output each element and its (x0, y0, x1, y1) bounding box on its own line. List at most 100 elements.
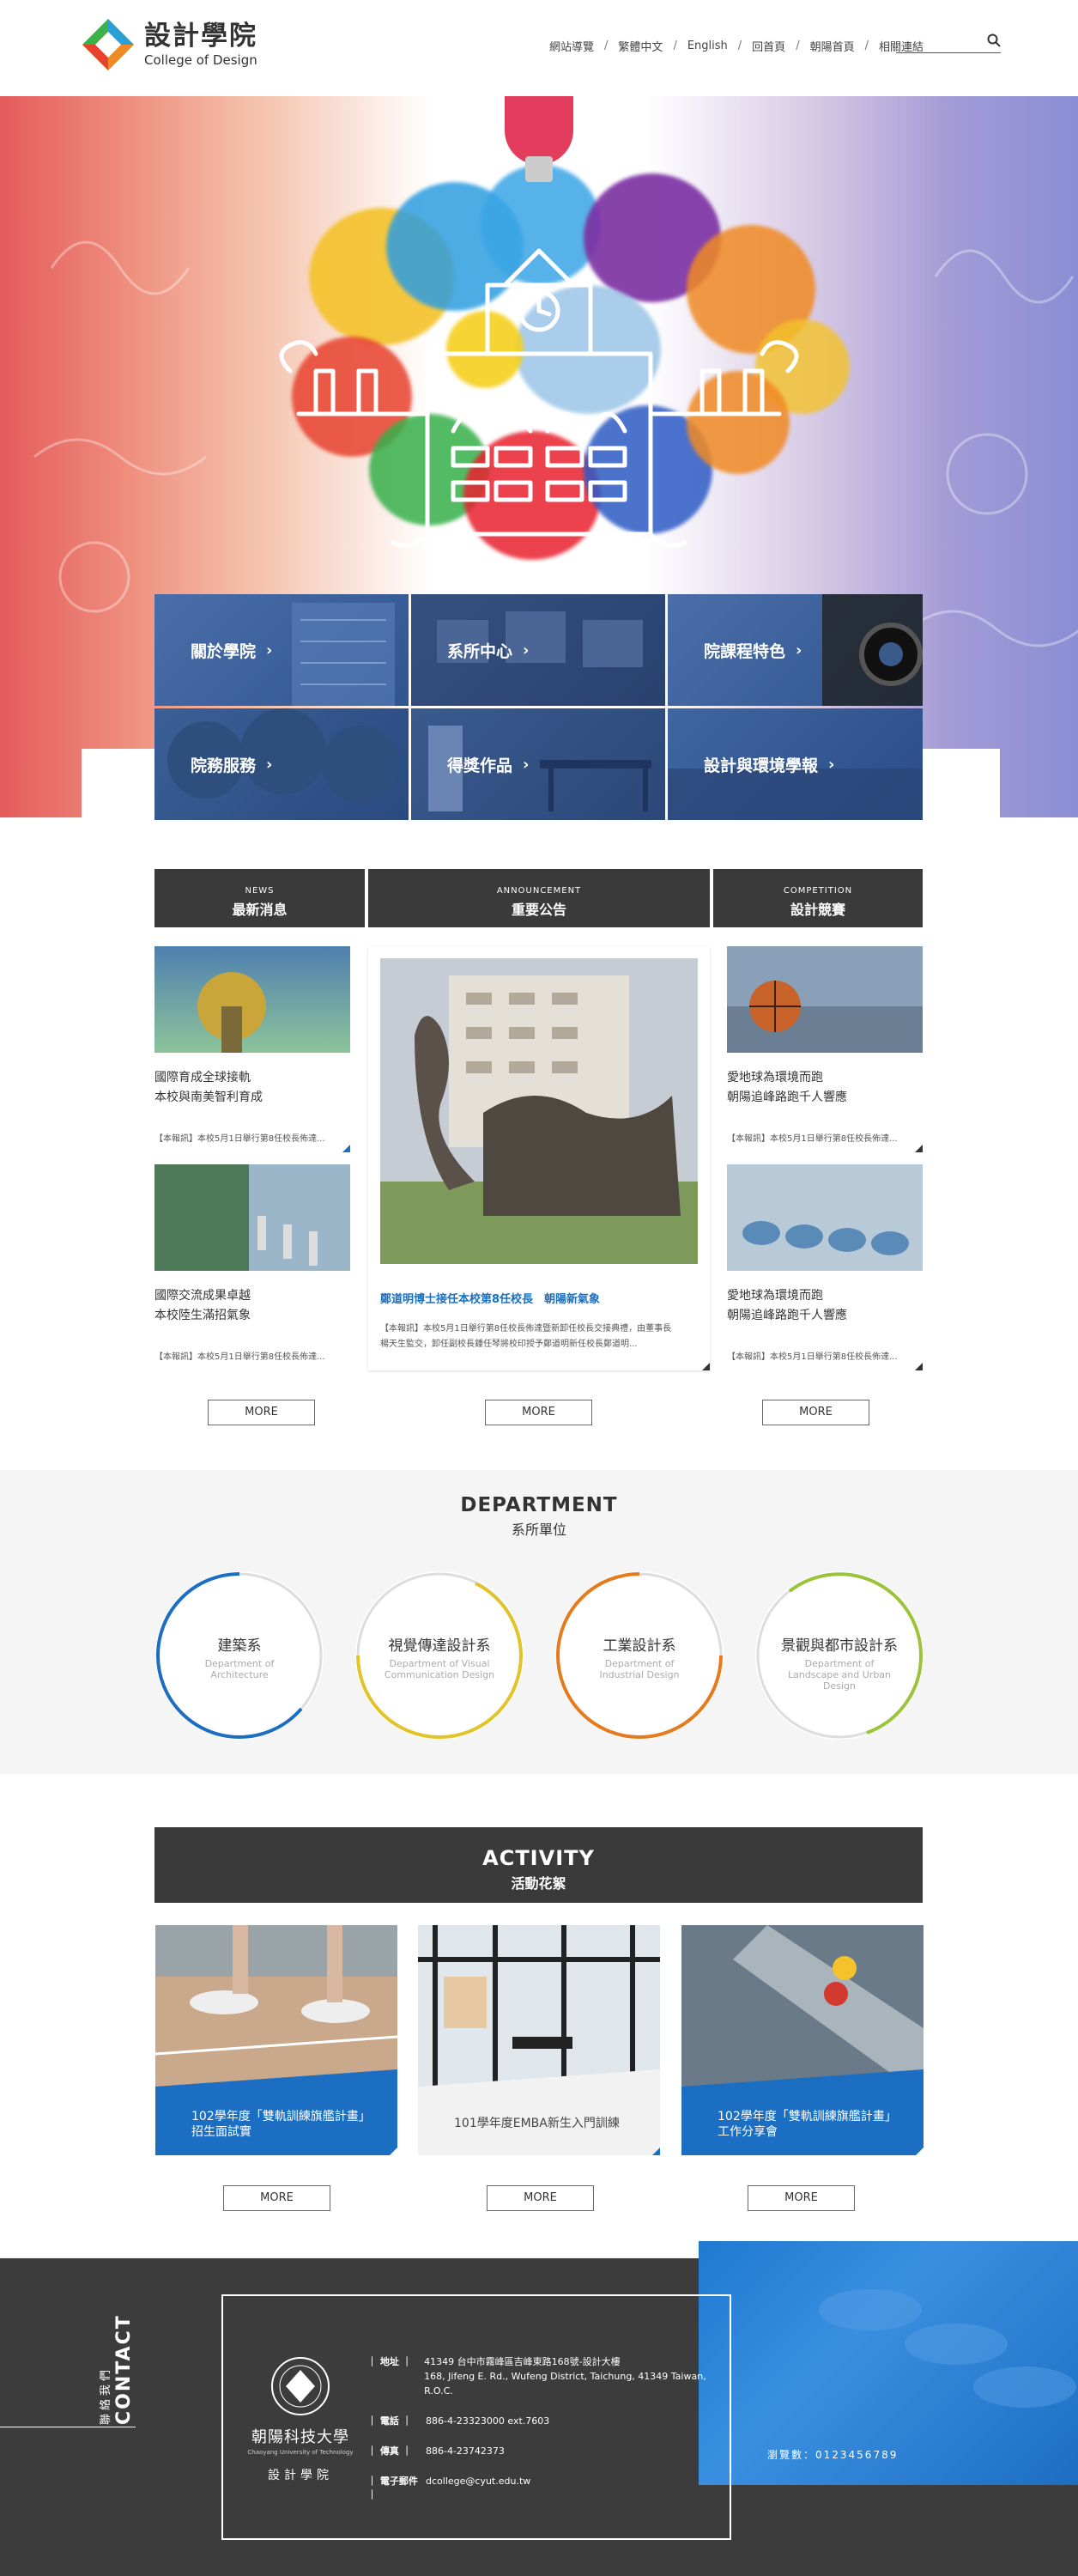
footer-photo: 瀏覽數：0123456789 (699, 2241, 1078, 2485)
competition-item[interactable]: 愛地球為環境而跑朝陽追峰路跑千人響應 【本報訊】本校5月1日舉行第8任校長佈達.… (727, 946, 923, 1152)
nav-sitemap[interactable]: 網站導覽 (549, 38, 594, 54)
news-item[interactable]: 國際交流成果卓越 本校陸生滿招氣象 【本報訊】本校5月1日舉行第8任校長佈達... (154, 1164, 350, 1370)
tile-course-features[interactable]: 院課程特色 › (668, 594, 923, 706)
news-title-line2: 本校陸生滿招氣象 (154, 1309, 251, 1322)
address-label: ｜ 地址 ｜ (367, 2356, 412, 2367)
activity-card[interactable]: 102學年度「雙軌訓練旗艦計畫」 招生面試實 (155, 1925, 397, 2155)
tile-awards[interactable]: 得獎作品 › (411, 708, 665, 820)
competition-column-header[interactable]: COMPETITION 設計競賽 (713, 869, 923, 927)
search-box (896, 31, 1001, 53)
competition-header-cn: 設計競賽 (790, 902, 845, 918)
tile-services[interactable]: 院務服務 › (154, 708, 409, 820)
quick-links-grid: 關於學院 › 系所中心 › 院課程特色 › 院務服務 › 得獎作品 › 設計與環境學報 › (154, 594, 923, 820)
top-nav: 網站導覽 / 繁體中文 / English / 回首頁 / 朝陽首頁 / 相關連結 (549, 38, 924, 54)
chevron-right-icon: › (266, 755, 273, 774)
search-input[interactable] (896, 31, 982, 52)
college-logo[interactable]: 設計學院 College of Design (81, 17, 257, 72)
address-value-cn: 41349 台中市霧峰區吉峰東路168號-設計大樓 (424, 2356, 621, 2367)
corner-arrow-icon (916, 2148, 924, 2155)
university-block: 朝陽科技大學 Chaoyang University of Technology… (240, 2356, 360, 2483)
ring-arc (756, 1572, 924, 1739)
news-title-line1: 國際育成全球接軌 (154, 1071, 251, 1084)
nav-separator: / (673, 39, 677, 52)
news-photo (154, 946, 350, 1053)
competition-title-line2: 朝陽追峰路跑千人響應 (727, 1309, 847, 1322)
corner-arrow-icon (915, 1363, 923, 1370)
tile-departments[interactable]: 系所中心 › (411, 594, 665, 706)
announcement-feature[interactable]: 鄭道明博士接任本校第8任校長 朝陽新氣象 【本報訊】本校5月1日舉行第8任校長佈… (368, 946, 710, 1370)
activity-more-button[interactable]: MORE (487, 2185, 594, 2211)
dept-industrial-design[interactable]: 工業設計系 Department of Industrial Design (555, 1571, 724, 1740)
contact-details: ｜ 地址 ｜ 41349 台中市霧峰區吉峰東路168號-設計大樓 168, Jif… (367, 2354, 730, 2517)
competition-item[interactable]: 愛地球為環境而跑朝陽追峰路跑千人響應 【本報訊】本校5月1日舉行第8任校長佈達.… (727, 1164, 923, 1370)
nav-cyut-home[interactable]: 朝陽首頁 (810, 38, 855, 54)
announcement-title[interactable]: 鄭道明博士接任本校第8任校長 朝陽新氣象 (380, 1290, 698, 1306)
news-excerpt: 【本報訊】本校5月1日舉行第8任校長佈達... (154, 1352, 325, 1362)
activity-caption-line1: 102學年度「雙軌訓練旗艦計畫」 (191, 2110, 371, 2123)
activity-title-cn: 活動花絮 (511, 1875, 566, 1892)
phone-label: ｜ 電話 ｜ (367, 2415, 412, 2427)
competition-excerpt: 【本報訊】本校5月1日舉行第8任校長佈達... (727, 1352, 898, 1362)
college-name: 設計學院 (268, 2469, 333, 2482)
news-item[interactable]: 國際育成全球接軌 本校與南美智利育成 【本報訊】本校5月1日舉行第8任校長佈達..… (154, 946, 350, 1152)
contact-label-cn: 聯絡我們 (100, 2366, 112, 2425)
fax-value: 886-4-23742373 (426, 2445, 505, 2457)
chevron-right-icon: › (523, 755, 530, 774)
activity-card[interactable]: 101學年度EMBA新生入門訓練 (418, 1925, 660, 2155)
tile-journal[interactable]: 設計與環境學報 › (668, 708, 923, 820)
email-label: ｜ 電子郵件 ｜ (367, 2476, 418, 2500)
logo-title-en: College of Design (144, 52, 257, 68)
site-header: 設計學院 College of Design 網站導覽 / 繁體中文 / Engli… (0, 0, 1078, 96)
dept-name-cn: 視覺傳達設計系 (388, 1637, 491, 1655)
nav-separator: / (796, 39, 800, 52)
announcement-excerpt-line2: 楊天生監交，卸任副校長鍾任琴將校印授予鄭道明新任校長鄭道明... (380, 1340, 638, 1349)
corner-arrow-icon (652, 2148, 660, 2155)
competition-excerpt: 【本報訊】本校5月1日舉行第8任校長佈達... (727, 1134, 898, 1144)
nav-english[interactable]: English (687, 39, 728, 52)
dept-name-cn: 建築系 (217, 1637, 262, 1655)
activity-more-button[interactable]: MORE (748, 2185, 855, 2211)
phone-row: ｜ 電話 ｜ 886-4-23323000 ext.7603 (367, 2414, 730, 2428)
news-column-header[interactable]: NEWS 最新消息 (154, 869, 365, 927)
competition-title-line1: 愛地球為環境而跑 (727, 1289, 823, 1303)
email-link[interactable]: dcollege@cyut.edu.tw (426, 2474, 530, 2501)
announcement-excerpt-line1: 【本報訊】本校5月1日舉行第8任校長佈達暨新卸任校長交接典禮，由董事長 (380, 1324, 672, 1334)
news-excerpt: 【本報訊】本校5月1日舉行第8任校長佈達... (154, 1134, 325, 1144)
news-header-cn: 最新消息 (232, 902, 288, 918)
dept-name-en: Department of Industrial Design (599, 1658, 680, 1680)
activity-more-button[interactable]: MORE (223, 2185, 330, 2211)
email-row: ｜ 電子郵件 ｜ dcollege@cyut.edu.tw (367, 2474, 730, 2501)
tile-journal-label: 設計與環境學報 (704, 756, 819, 775)
announcement-header-en: ANNOUNCEMENT (496, 886, 582, 896)
university-name-cn: 朝陽科技大學 (251, 2428, 349, 2446)
activity-caption-line1: 101學年度EMBA新生入門訓練 (454, 2117, 620, 2130)
nav-traditional-chinese[interactable]: 繁體中文 (618, 38, 663, 54)
nav-home[interactable]: 回首頁 (752, 38, 785, 54)
dept-landscape-urban-design[interactable]: 景觀與都市設計系 Department of Landscape and Urb… (755, 1571, 924, 1740)
competition-more-button[interactable]: MORE (762, 1400, 869, 1425)
news-photo (154, 1164, 350, 1271)
dept-architecture[interactable]: 建築系 Department of Architecture (155, 1571, 324, 1740)
news-more-button[interactable]: MORE (208, 1400, 315, 1425)
chevron-right-icon: › (523, 641, 530, 659)
fax-row: ｜ 傳真 ｜ 886-4-23742373 (367, 2444, 730, 2458)
competition-title-line1: 愛地球為環境而跑 (727, 1071, 823, 1084)
university-seal-icon (271, 2357, 330, 2415)
activity-header: ACTIVITY 活動花絮 (154, 1827, 923, 1903)
dept-visual-communication[interactable]: 視覺傳達設計系 Department of Visual Communicati… (355, 1571, 524, 1740)
competition-title-line2: 朝陽追峰路跑千人響應 (727, 1091, 847, 1104)
announcement-more-button[interactable]: MORE (485, 1400, 592, 1425)
activity-caption-line2: 招生面試實 (191, 2125, 251, 2139)
phone-value: 886-4-23323000 ext.7603 (426, 2415, 550, 2427)
activity-card[interactable]: 102學年度「雙軌訓練旗艦計畫」 工作分享會 (681, 1925, 924, 2155)
address-row: ｜ 地址 ｜ 41349 台中市霧峰區吉峰東路168號-設計大樓 168, Jif… (367, 2354, 730, 2398)
tile-awards-label: 得獎作品 (447, 756, 513, 775)
activity-title-en: ACTIVITY (482, 1846, 595, 1870)
tile-about[interactable]: 關於學院 › (154, 594, 409, 706)
search-icon[interactable] (987, 33, 1001, 47)
dept-name-en: Department of Landscape and Urban Design (787, 1658, 892, 1692)
fax-label: ｜ 傳真 ｜ (367, 2445, 412, 2457)
competition-header-en: COMPETITION (783, 886, 853, 896)
activity-caption-line1: 102學年度「雙軌訓練旗艦計畫」 (718, 2110, 897, 2123)
announcement-column-header[interactable]: ANNOUNCEMENT 重要公告 (368, 869, 710, 927)
